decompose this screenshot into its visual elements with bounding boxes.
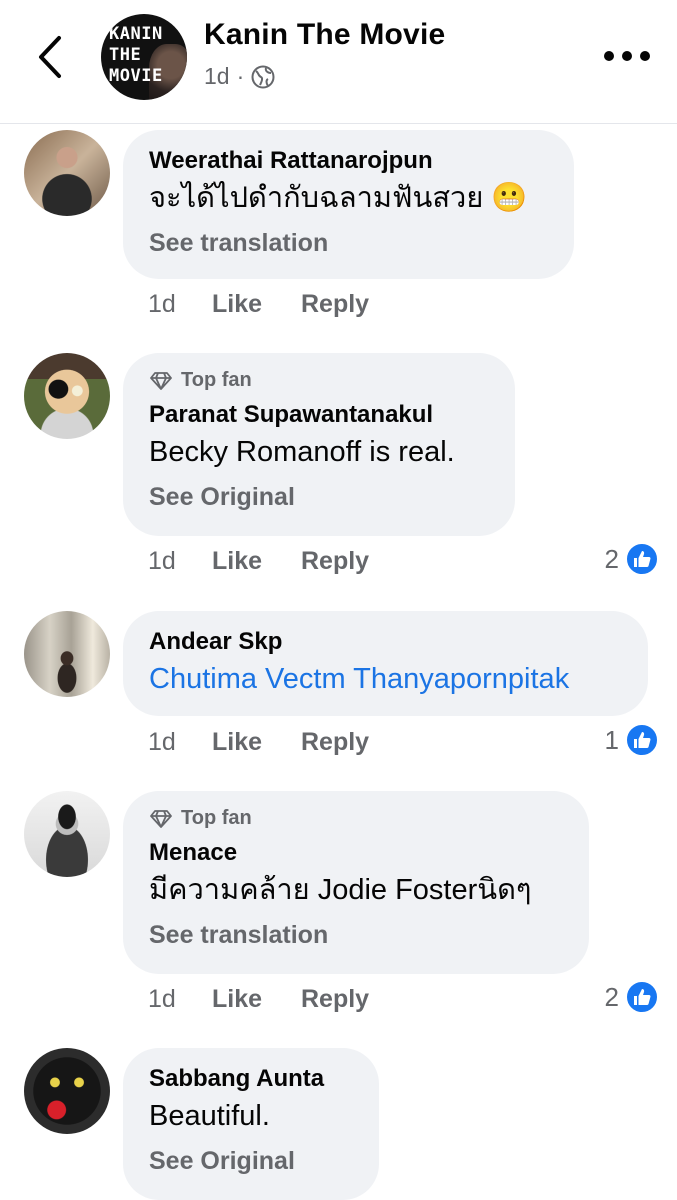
reaction-count[interactable]: 2: [605, 542, 659, 576]
comment-actions: 1d Like Reply: [148, 547, 369, 576]
avatar[interactable]: [24, 791, 110, 877]
comment-author[interactable]: Andear Skp: [149, 627, 622, 657]
back-button[interactable]: [30, 34, 70, 80]
top-fan-badge: Top fan: [149, 807, 563, 830]
comment-text: มีความคล้าย Jodie Fosterนิดๆ: [149, 874, 532, 906]
thumbs-up-icon: [625, 723, 659, 757]
post-header: KANIN THE MOVIE Kanin The Movie 1d ·: [0, 0, 677, 124]
reply-button[interactable]: Reply: [301, 985, 369, 1014]
avatar[interactable]: [24, 353, 110, 439]
comment-text: Becky Romanoff is real.: [149, 436, 455, 468]
comment-text: Beautiful.: [149, 1100, 270, 1132]
thumbs-up-icon: [625, 542, 659, 576]
see-original-link[interactable]: See Original: [149, 482, 489, 512]
page-avatar[interactable]: KANIN THE MOVIE: [101, 14, 187, 100]
comment-bubble[interactable]: Weerathai Rattanarojpun จะได้ไปดำกับฉลาม…: [123, 130, 574, 279]
avatar[interactable]: [24, 130, 110, 216]
comment-time: 1d: [148, 728, 176, 756]
top-fan-badge: Top fan: [149, 369, 489, 392]
more-icon: [604, 51, 614, 61]
meta-separator: ·: [236, 63, 245, 89]
see-translation-link[interactable]: See translation: [149, 920, 563, 950]
comment-bubble[interactable]: Top fan Paranat Supawantanakul Becky Rom…: [123, 353, 515, 536]
like-button[interactable]: Like: [212, 547, 301, 576]
like-button[interactable]: Like: [212, 985, 301, 1014]
mention-link[interactable]: Chutima Vectm Thanyapornpitak: [149, 659, 622, 699]
reply-button[interactable]: Reply: [301, 547, 369, 576]
comment-time: 1d: [148, 290, 176, 318]
reaction-number: 2: [604, 981, 619, 1012]
like-button[interactable]: Like: [212, 290, 301, 319]
see-original-link[interactable]: See Original: [149, 1146, 353, 1176]
comment-actions: 1d Like Reply: [148, 985, 369, 1014]
reaction-number: 1: [604, 724, 619, 755]
avatar[interactable]: [24, 1048, 110, 1134]
comment-bubble[interactable]: Top fan Menace มีความคล้าย Jodie Fosterน…: [123, 791, 589, 974]
thumbs-up-icon: [625, 980, 659, 1014]
reply-button[interactable]: Reply: [301, 728, 369, 757]
page-logo: KANIN THE MOVIE: [109, 24, 163, 86]
more-button[interactable]: [604, 43, 650, 69]
comment-text: จะได้ไปดำกับฉลามฟันสวย 😬: [149, 182, 528, 214]
diamond-icon: [150, 371, 172, 390]
see-translation-link[interactable]: See translation: [149, 228, 548, 258]
comment-time: 1d: [148, 985, 176, 1013]
post-time: 1d: [204, 63, 230, 89]
comment-actions: 1d Like Reply: [148, 290, 369, 319]
comment-author[interactable]: Weerathai Rattanarojpun: [149, 146, 548, 176]
reaction-number: 2: [604, 543, 619, 574]
comment-author[interactable]: Menace: [149, 838, 563, 868]
comment-author[interactable]: Paranat Supawantanakul: [149, 400, 489, 430]
reaction-count[interactable]: 1: [605, 723, 659, 757]
comment-bubble[interactable]: Sabbang Aunta Beautiful. See Original: [123, 1048, 379, 1200]
grimace-emoji: 😬: [491, 182, 528, 214]
reaction-count[interactable]: 2: [605, 980, 659, 1014]
reply-button[interactable]: Reply: [301, 290, 369, 319]
like-button[interactable]: Like: [212, 728, 301, 757]
comment-bubble[interactable]: Andear Skp Chutima Vectm Thanyapornpitak: [123, 611, 648, 716]
post-meta: 1d ·: [204, 63, 275, 90]
comment-author[interactable]: Sabbang Aunta: [149, 1064, 353, 1094]
globe-icon: [251, 65, 275, 88]
chevron-left-icon: [39, 36, 61, 78]
comment-time: 1d: [148, 547, 176, 575]
diamond-icon: [150, 809, 172, 828]
page-title[interactable]: Kanin The Movie: [204, 18, 445, 52]
avatar[interactable]: [24, 611, 110, 697]
comment-actions: 1d Like Reply: [148, 728, 369, 757]
